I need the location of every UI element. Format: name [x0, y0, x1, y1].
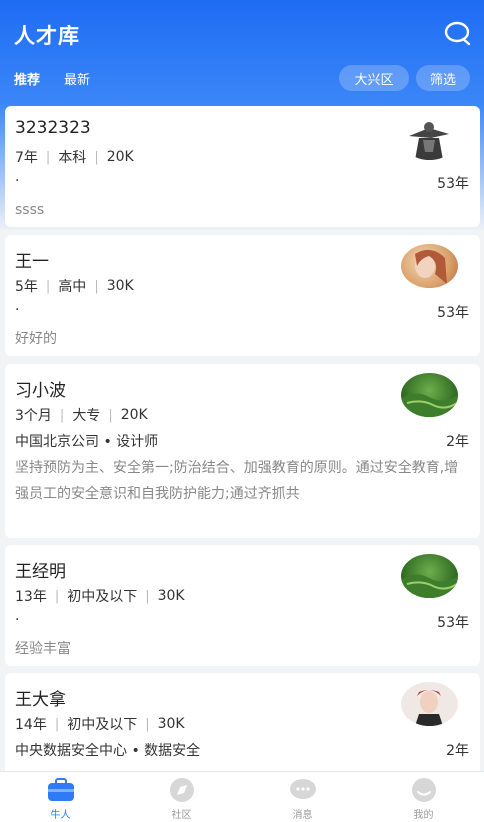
- candidate-name: 习小波: [15, 381, 66, 401]
- chat-icon: [289, 779, 316, 799]
- candidate-age: 53年: [437, 305, 469, 321]
- candidate-meta: 7年 | 本科 | 20K: [15, 149, 134, 166]
- salary: 20K: [120, 407, 148, 423]
- company-position: 中国北京公司 • 设计师: [15, 434, 159, 450]
- tab-label: 牛人: [50, 810, 71, 821]
- tab-label: 社区: [171, 810, 192, 821]
- avatar: [401, 373, 458, 417]
- candidate-name: 3232323: [15, 118, 91, 138]
- candidate-card[interactable]: 王经明 13年 | 初中及以下 | 30K · 53年 经验丰富: [5, 545, 480, 666]
- candidate-description: 坚持预防为主、安全第一;防治结合、加强教育的原则。通过安全教育,增强员工的安全意…: [15, 460, 459, 502]
- candidate-age: 53年: [437, 176, 469, 192]
- education: 初中及以下: [67, 589, 138, 605]
- page-title: 人才库: [14, 24, 80, 48]
- candidate-card[interactable]: 习小波 3个月 | 大专 | 20K 中国北京公司 • 设计师 2年 坚持预防为主、…: [5, 364, 480, 538]
- experience: 5年: [15, 279, 38, 295]
- compass-icon: [169, 778, 194, 802]
- salary: 20K: [106, 149, 134, 165]
- education: 初中及以下: [67, 717, 138, 733]
- avatar: [401, 554, 458, 598]
- candidate-age: 53年: [437, 615, 469, 631]
- tab-profile[interactable]: 我的: [363, 772, 484, 822]
- company-position: ·: [15, 173, 20, 189]
- salary: 30K: [157, 588, 185, 604]
- candidate-description: ssss: [15, 202, 45, 218]
- experience: 7年: [15, 150, 38, 166]
- search-icon: [444, 21, 471, 46]
- tab-talent[interactable]: 牛人: [0, 772, 121, 822]
- feed-tabs: 推荐 最新: [14, 69, 90, 88]
- candidate-card[interactable]: 王大拿 14年 | 初中及以下 | 30K 中央数据安全中心 • 数据安全 2年: [5, 673, 480, 783]
- avatar: [401, 244, 458, 288]
- candidate-age: 2年: [446, 434, 469, 450]
- candidate-meta: 14年 | 初中及以下 | 30K: [15, 716, 185, 733]
- education: 本科: [58, 150, 87, 166]
- salary: 30K: [106, 278, 134, 294]
- candidate-meta: 13年 | 初中及以下 | 30K: [15, 588, 185, 605]
- experience: 13年: [15, 589, 47, 605]
- region-selector[interactable]: 大兴区: [339, 65, 409, 91]
- tab-community[interactable]: 社区: [121, 772, 242, 822]
- filter-button[interactable]: 筛选: [416, 65, 470, 91]
- tab-recommended[interactable]: 推荐: [14, 69, 40, 88]
- candidate-name: 王经明: [15, 562, 66, 582]
- company-position: 中央数据安全中心 • 数据安全: [15, 743, 201, 759]
- search-button[interactable]: [444, 20, 472, 46]
- tab-messages[interactable]: 消息: [242, 772, 363, 822]
- tab-label: 消息: [292, 810, 313, 821]
- candidate-name: 王一: [15, 252, 49, 272]
- candidate-meta: 3个月 | 大专 | 20K: [15, 407, 148, 424]
- education: 大专: [72, 408, 101, 424]
- candidate-age: 2年: [446, 743, 469, 759]
- avatar: [401, 682, 458, 726]
- tab-label: 我的: [413, 810, 434, 821]
- company-position: ·: [15, 302, 20, 318]
- education: 高中: [58, 279, 87, 295]
- candidate-description: 经验丰富: [15, 641, 71, 657]
- candidate-card[interactable]: 3232323 7年 | 本科 | 20K · 53年 ssss: [5, 106, 480, 227]
- candidate-description: 好好的: [15, 331, 57, 347]
- salary: 30K: [157, 716, 185, 732]
- briefcase-icon: [47, 778, 74, 801]
- experience: 3个月: [15, 408, 52, 424]
- experience: 14年: [15, 717, 47, 733]
- tab-latest[interactable]: 最新: [64, 69, 90, 88]
- avatar: [401, 116, 458, 160]
- candidate-name: 王大拿: [15, 690, 66, 710]
- smile-icon: [411, 778, 436, 802]
- bottom-tab-bar: 牛人 社区 消息 我的: [0, 771, 484, 822]
- company-position: ·: [15, 612, 20, 628]
- candidate-card[interactable]: 王一 5年 | 高中 | 30K · 53年 好好的: [5, 235, 480, 356]
- candidate-meta: 5年 | 高中 | 30K: [15, 278, 134, 295]
